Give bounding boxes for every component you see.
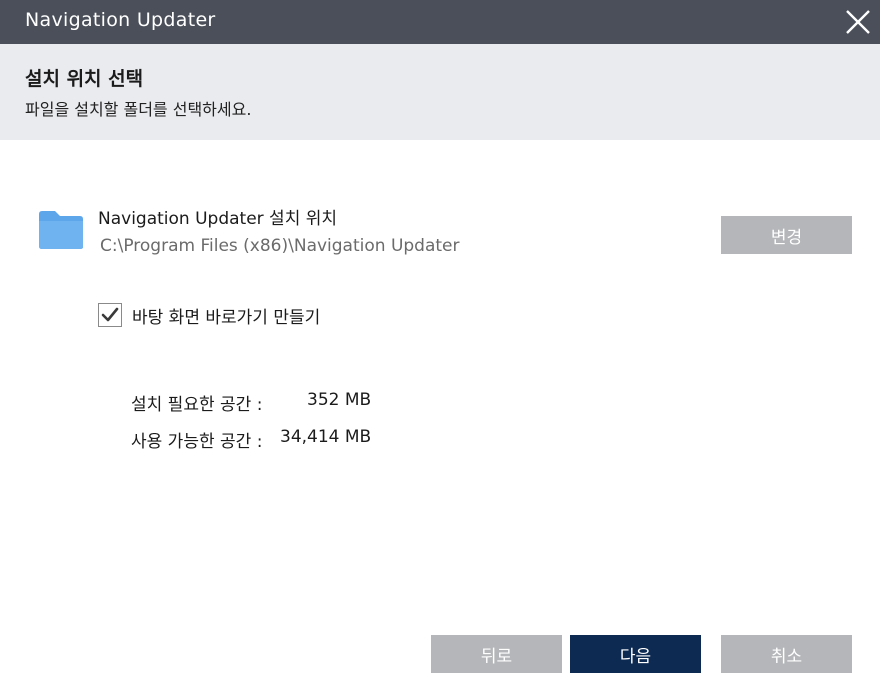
title-bar: Navigation Updater	[0, 0, 880, 44]
required-space-value: 352 MB	[307, 390, 372, 410]
cancel-button[interactable]: 취소	[721, 635, 852, 673]
available-space-value: 34,414 MB	[280, 427, 372, 447]
install-path: C:\Program Files (x86)\Navigation Update…	[100, 236, 460, 256]
available-space-label: 사용 가능한 공간 :	[131, 432, 263, 452]
change-button[interactable]: 변경	[721, 216, 852, 254]
header-band: 설치 위치 선택 파일을 설치할 폴더를 선택하세요.	[0, 44, 880, 140]
checkmark-icon	[101, 307, 119, 322]
folder-icon	[38, 210, 84, 250]
close-button[interactable]	[836, 0, 880, 44]
install-location-label: Navigation Updater 설치 위치	[98, 209, 338, 229]
close-icon	[846, 10, 870, 34]
page-heading: 설치 위치 선택	[25, 68, 144, 90]
page-subheading: 파일을 설치할 폴더를 선택하세요.	[25, 100, 252, 119]
desktop-shortcut-label: 바탕 화면 바로가기 만들기	[132, 308, 321, 328]
window-title: Navigation Updater	[25, 9, 216, 31]
desktop-shortcut-checkbox[interactable]	[98, 303, 122, 327]
back-button[interactable]: 뒤로	[431, 635, 562, 673]
next-button[interactable]: 다음	[570, 635, 701, 673]
required-space-label: 설치 필요한 공간 :	[131, 395, 263, 415]
